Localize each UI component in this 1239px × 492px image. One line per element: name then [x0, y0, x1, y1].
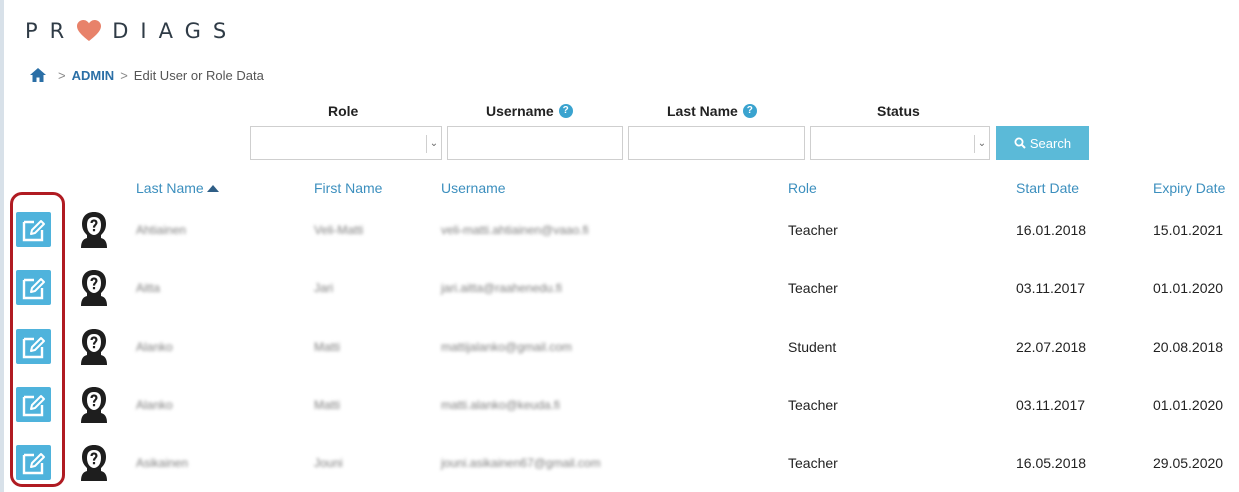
unknown-user-avatar-icon [81, 387, 107, 423]
chevron-down-icon[interactable]: ⌄ [974, 135, 989, 153]
cell-username: matti.alanko@keuda.fi [441, 398, 560, 412]
lastname-input-field[interactable] [629, 127, 804, 159]
table-row: Ahtiainen Veli-Matti veli-matti.ahtiaine… [0, 205, 1239, 255]
edit-user-button[interactable] [16, 387, 51, 422]
column-header-role-text: Role [788, 180, 817, 196]
breadcrumb-admin-link[interactable]: ADMIN [72, 68, 115, 83]
column-header-username[interactable]: Username [441, 179, 506, 197]
table-row: Alanko Matti matti.alanko@keuda.fi Teach… [0, 380, 1239, 430]
breadcrumb-separator: > [58, 67, 66, 83]
role-select[interactable]: ⌄ [250, 126, 442, 160]
filter-lastname-label-text: Last Name [667, 103, 738, 119]
table-row: Aitta Jari jari.aitta@raahenedu.fi Teach… [0, 263, 1239, 313]
unknown-user-avatar-icon [81, 329, 107, 365]
cell-start-date: 16.01.2018 [1016, 222, 1087, 238]
cell-expiry-date: 29.05.2020 [1153, 455, 1224, 471]
edit-icon [22, 336, 45, 358]
cell-start-date: 22.07.2018 [1016, 339, 1087, 355]
logo-text-b: DIAGS [112, 19, 239, 43]
unknown-user-avatar-icon [81, 270, 107, 306]
search-button-label: Search [1029, 135, 1072, 151]
column-header-expiry-date-text: Expiry Date [1153, 180, 1226, 196]
edit-icon [22, 394, 45, 416]
chevron-down-icon[interactable]: ⌄ [426, 135, 441, 153]
breadcrumb-separator: > [120, 67, 128, 83]
cell-first-name: Matti [314, 340, 341, 354]
status-select[interactable]: ⌄ [810, 126, 990, 160]
prodiags-logo: PR DIAGS [25, 16, 238, 46]
column-header-first-name[interactable]: First Name [314, 179, 382, 197]
cell-start-date: 16.05.2018 [1016, 455, 1087, 471]
cell-first-name: Jari [314, 281, 334, 295]
filter-lastname-label: Last Name ? [667, 102, 757, 120]
home-icon[interactable] [30, 68, 46, 82]
cell-username: veli-matti.ahtiainen@vaao.fi [441, 223, 589, 237]
cell-expiry-date: 15.01.2021 [1153, 222, 1224, 238]
filter-status-label-text: Status [877, 103, 920, 119]
edit-user-button[interactable] [16, 329, 51, 364]
column-header-username-text: Username [441, 180, 506, 196]
edit-user-button[interactable] [16, 212, 51, 247]
cell-first-name: Matti [314, 398, 341, 412]
cell-role: Teacher [788, 222, 838, 238]
cell-last-name: Ahtiainen [136, 223, 187, 237]
filter-role-label: Role [328, 102, 358, 120]
column-header-start-date[interactable]: Start Date [1016, 179, 1079, 197]
help-icon[interactable]: ? [742, 104, 757, 118]
lastname-input[interactable] [628, 126, 805, 160]
cell-expiry-date: 01.01.2020 [1153, 280, 1224, 296]
column-header-role[interactable]: Role [788, 179, 817, 197]
status-select-value[interactable] [811, 127, 989, 159]
cell-role: Teacher [788, 455, 838, 471]
cell-last-name: Asikainen [136, 456, 189, 470]
search-icon [1014, 137, 1026, 149]
cell-username: jouni.asikainen67@gmail.com [441, 456, 601, 470]
breadcrumb: > ADMIN > Edit User or Role Data [30, 66, 264, 84]
cell-expiry-date: 01.01.2020 [1153, 397, 1224, 413]
username-input[interactable] [447, 126, 623, 160]
heart-icon [77, 20, 102, 41]
column-header-last-name-text: Last Name [136, 180, 204, 196]
cell-role: Teacher [788, 280, 838, 296]
cell-first-name: Veli-Matti [314, 223, 364, 237]
cell-username: mattijalanko@gmail.com [441, 340, 572, 354]
cell-username: jari.aitta@raahenedu.fi [441, 281, 562, 295]
cell-last-name: Aitta [136, 281, 161, 295]
filter-username-label: Username ? [486, 102, 573, 120]
cell-expiry-date: 20.08.2018 [1153, 339, 1224, 355]
edit-icon [22, 452, 45, 474]
column-header-expiry-date[interactable]: Expiry Date [1153, 179, 1225, 197]
unknown-user-avatar-icon [81, 212, 107, 248]
filter-status-label: Status [877, 102, 920, 120]
cell-last-name: Alanko [136, 398, 173, 412]
help-icon[interactable]: ? [558, 104, 573, 118]
edit-icon [22, 219, 45, 241]
cell-start-date: 03.11.2017 [1016, 280, 1086, 296]
edit-user-button[interactable] [16, 445, 51, 480]
breadcrumb-current-page: Edit User or Role Data [133, 67, 264, 83]
cell-role: Teacher [788, 397, 838, 413]
table-row: Alanko Matti mattijalanko@gmail.com Stud… [0, 322, 1239, 372]
logo-text-a: PR [25, 19, 77, 43]
cell-role: Student [788, 339, 837, 355]
sort-ascending-icon [206, 184, 219, 192]
role-select-value[interactable] [251, 127, 441, 159]
edit-user-button[interactable] [16, 270, 51, 305]
unknown-user-avatar-icon [81, 445, 107, 481]
column-header-first-name-text: First Name [314, 180, 383, 196]
username-input-field[interactable] [448, 127, 622, 159]
cell-start-date: 03.11.2017 [1016, 397, 1086, 413]
cell-first-name: Jouni [314, 456, 343, 470]
column-header-start-date-text: Start Date [1016, 180, 1080, 196]
filter-role-label-text: Role [328, 103, 359, 119]
column-header-last-name[interactable]: Last Name [136, 179, 219, 197]
cell-last-name: Alanko [136, 340, 173, 354]
edit-icon [22, 277, 45, 299]
table-row: Asikainen Jouni jouni.asikainen67@gmail.… [0, 438, 1239, 488]
filter-username-label-text: Username [486, 103, 554, 119]
search-button[interactable]: Search [996, 126, 1089, 160]
